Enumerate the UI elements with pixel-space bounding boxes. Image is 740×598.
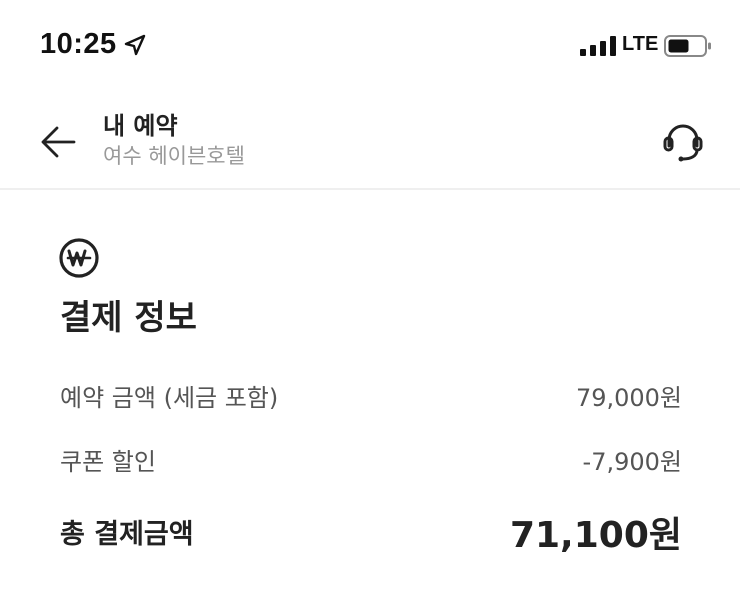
location-arrow-icon <box>124 34 146 56</box>
status-bar: 10:25 LTE <box>0 0 740 92</box>
signal-icon <box>580 36 616 56</box>
reservation-amount-value: 79,000원 <box>575 384 682 412</box>
coupon-discount-value: -7,900원 <box>582 448 682 476</box>
section-title: 결제 정보 <box>60 298 197 338</box>
battery-icon <box>664 35 711 57</box>
app-header: 내 예약 여수 헤이븐호텔 <box>0 92 740 190</box>
page-title: 내 예약 <box>103 112 178 140</box>
customer-support-button[interactable] <box>654 114 712 170</box>
won-icon <box>59 238 99 278</box>
payment-info-section: 결제 정보 예약 금액 (세금 포함) 79,000원 쿠폰 할인 -7,900… <box>0 192 740 598</box>
total-payment-value: 71,100원 <box>509 515 682 556</box>
status-time: 10:25 <box>40 28 117 60</box>
back-button[interactable] <box>30 114 86 170</box>
reservation-amount-label: 예약 금액 (세금 포함) <box>60 384 279 412</box>
headset-icon <box>663 124 703 162</box>
network-type: LTE <box>622 33 659 55</box>
hotel-name: 여수 헤이븐호텔 <box>103 144 245 168</box>
total-payment-label: 총 결제금액 <box>60 519 194 550</box>
coupon-discount-label: 쿠폰 할인 <box>60 448 156 476</box>
back-arrow-icon <box>41 126 76 158</box>
